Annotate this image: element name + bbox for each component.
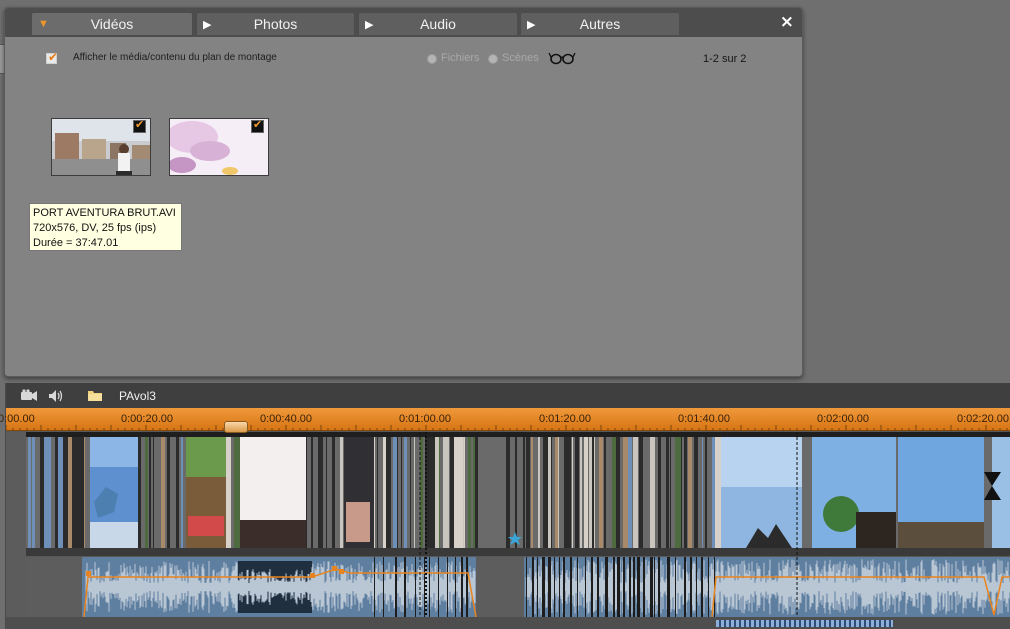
tab-label: Photos xyxy=(253,16,298,32)
tooltip-duration: Durée = 37:47.01 xyxy=(33,237,119,249)
track-header-gutter xyxy=(6,432,26,617)
tab-photos[interactable]: ▶ Photos xyxy=(197,13,354,35)
ruler-label: 0:00:40.00 xyxy=(260,413,312,425)
item-count: 1-2 sur 2 xyxy=(703,53,747,65)
tab-label: Vidéos xyxy=(90,16,134,32)
scenes-radio-label: Scènes xyxy=(502,52,539,64)
video-track[interactable] xyxy=(6,432,1010,556)
tooltip-format: 720x576, DV, 25 fps (ips) xyxy=(33,222,157,234)
selected-check-icon[interactable] xyxy=(251,119,264,133)
ruler-label: 0:02:20.00 xyxy=(957,413,1009,425)
browser-options-row: Afficher le média/contenu du plan de mon… xyxy=(5,49,802,69)
selection-range[interactable] xyxy=(716,620,893,627)
glasses-icon[interactable] xyxy=(548,51,576,65)
media-thumbnail[interactable] xyxy=(169,118,269,176)
media-info-tooltip: PORT AVENTURA BRUT.AVI 720x576, DV, 25 f… xyxy=(29,203,182,251)
project-name: PAvol3 xyxy=(119,389,156,403)
show-montage-checkbox[interactable] xyxy=(46,50,58,64)
tab-label: Autres xyxy=(579,16,621,32)
ruler-label: 0:01:20.00 xyxy=(539,413,591,425)
ruler-ticks xyxy=(6,425,1008,431)
playhead-handle[interactable] xyxy=(224,421,248,433)
audio-waveforms[interactable] xyxy=(6,557,1010,618)
files-radio-label: Fichiers xyxy=(441,52,480,64)
ruler-label: 0:02:00.00 xyxy=(817,413,869,425)
timeline-panel: PAvol3 0:00.00 0:00:20.00 0:00:40.00 0:0… xyxy=(0,383,1010,629)
media-browser-panel: ▼ Vidéos ▶ Photos ▶ Audio ▶ Autres × Aff… xyxy=(4,7,803,377)
browser-tab-bar: ▼ Vidéos ▶ Photos ▶ Audio ▶ Autres × xyxy=(5,8,802,37)
ruler-label: 0:00.00 xyxy=(0,413,35,425)
video-clips[interactable] xyxy=(6,432,1010,556)
ruler-label: 0:01:40.00 xyxy=(678,413,730,425)
tooltip-filename: PORT AVENTURA BRUT.AVI xyxy=(33,207,176,219)
audio-track[interactable] xyxy=(6,557,1010,618)
timeline-bottom-strip xyxy=(6,617,1010,629)
tab-autres[interactable]: ▶ Autres xyxy=(521,13,679,35)
show-montage-label: Afficher le média/contenu du plan de mon… xyxy=(73,52,277,63)
tab-audio[interactable]: ▶ Audio xyxy=(359,13,517,35)
selected-check-icon[interactable] xyxy=(133,119,146,133)
tab-videos[interactable]: ▼ Vidéos xyxy=(32,13,192,35)
folder-icon[interactable] xyxy=(87,389,103,402)
timeline-header: PAvol3 xyxy=(6,383,1010,408)
camera-icon[interactable] xyxy=(20,389,38,403)
media-thumbnail[interactable] xyxy=(51,118,151,176)
tab-label: Audio xyxy=(420,16,456,32)
speaker-icon[interactable] xyxy=(48,389,64,403)
files-radio[interactable] xyxy=(427,54,437,64)
close-icon[interactable]: × xyxy=(780,12,794,32)
time-ruler[interactable]: 0:00.00 0:00:20.00 0:00:40.00 0:01:00.00… xyxy=(0,408,1010,431)
scenes-radio[interactable] xyxy=(488,54,498,64)
ruler-label: 0:01:00.00 xyxy=(399,413,451,425)
ruler-label: 0:00:20.00 xyxy=(121,413,173,425)
